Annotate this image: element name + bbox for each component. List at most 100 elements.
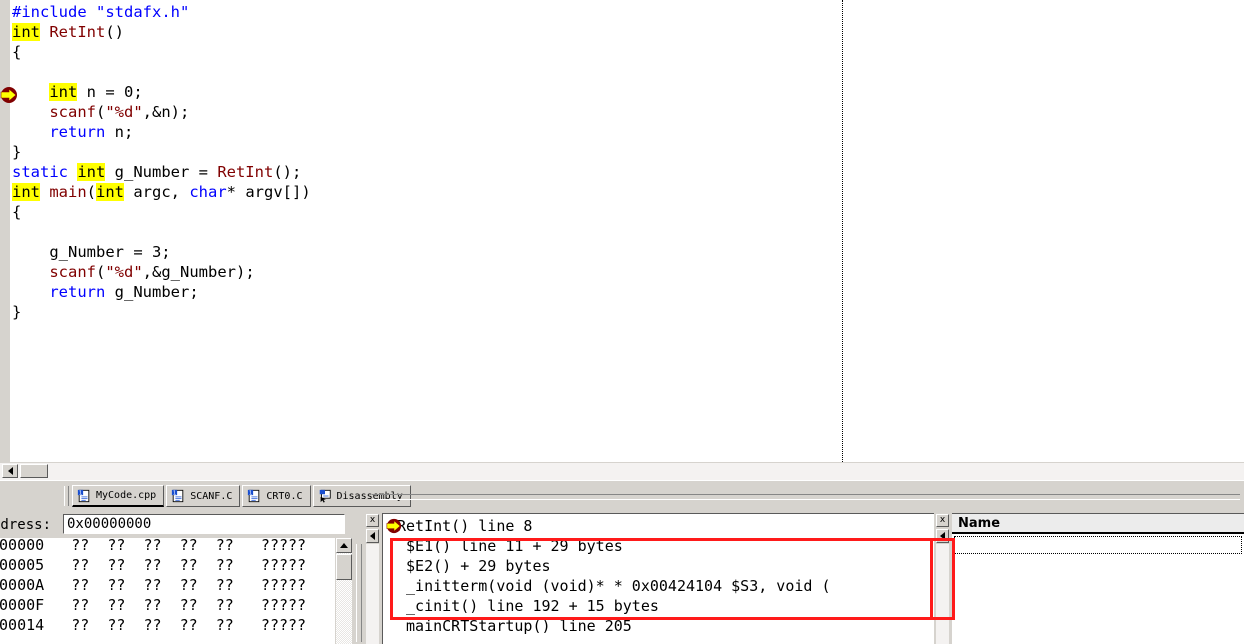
- code-token: g_Number =: [105, 163, 218, 181]
- code-line[interactable]: {: [12, 42, 1244, 62]
- tab-mycode-cpp[interactable]: 1 MyCode.cpp: [72, 485, 165, 507]
- code-token: scanf: [49, 103, 96, 121]
- code-line[interactable]: int RetInt(): [12, 22, 1244, 42]
- call-stack-close-button[interactable]: x: [366, 514, 379, 527]
- code-token: (: [86, 183, 97, 201]
- call-stack-pane[interactable]: x RetInt() line 8 $E1() line 11 + 29 byt…: [364, 512, 940, 644]
- chevron-left-icon: [940, 532, 945, 540]
- code-line[interactable]: scanf("%d",&n);: [12, 102, 1244, 122]
- code-line[interactable]: int n = 0;: [12, 82, 1244, 102]
- code-token: "stdafx.h": [96, 3, 190, 21]
- instruction-pointer-arrow-icon: [0, 86, 18, 104]
- code-token: RetInt: [217, 163, 274, 181]
- code-token: {: [12, 203, 22, 221]
- code-token: #include: [12, 3, 96, 21]
- code-token: ,&n);: [142, 103, 190, 121]
- code-token: static: [12, 163, 78, 181]
- variables-scroll-left-button[interactable]: [936, 529, 949, 543]
- source-file-icon: 1: [77, 489, 91, 503]
- code-token: "%d": [105, 103, 143, 121]
- memory-address-label: ddress:: [0, 517, 52, 533]
- memory-dump-body[interactable]: 000000 ?? ?? ?? ?? ?? ????? 000005 ?? ??…: [0, 538, 352, 644]
- call-stack-scroll-left-button[interactable]: [366, 529, 379, 543]
- code-token: n = 0;: [77, 83, 143, 101]
- code-token: return: [49, 283, 106, 301]
- code-token: (: [96, 103, 106, 121]
- code-token: ,&g_Number);: [142, 263, 255, 281]
- tab-strip-divider: [372, 494, 1240, 500]
- svg-text:1: 1: [249, 491, 252, 497]
- code-token: (: [96, 263, 106, 281]
- document-tab-strip[interactable]: 1 MyCode.cpp 1 SCANF.C 1 CRT0.C Disassembly: [0, 480, 1244, 513]
- code-token: int: [12, 183, 40, 201]
- memory-vertical-scrollbar[interactable]: [335, 538, 352, 644]
- editor-horizontal-scrollbar[interactable]: [0, 462, 1244, 480]
- editor-hscroll-track[interactable]: [0, 463, 1244, 480]
- memory-address-bar[interactable]: ddress: 0x00000000: [0, 512, 352, 538]
- code-line[interactable]: [12, 222, 1244, 242]
- editor-hscroll-thumb[interactable]: [20, 464, 48, 478]
- code-token: int: [12, 23, 40, 41]
- call-stack-current-frame-arrow-icon: [386, 518, 402, 534]
- svg-text:1: 1: [173, 491, 176, 497]
- code-token: g_Number;: [105, 283, 199, 301]
- code-token: int: [96, 183, 125, 201]
- code-token: ();: [273, 163, 302, 181]
- memory-scroll-thumb[interactable]: [336, 554, 352, 580]
- memory-address-input[interactable]: 0x00000000: [63, 514, 345, 534]
- svg-text:1: 1: [79, 490, 82, 496]
- code-line[interactable]: }: [12, 302, 1244, 322]
- call-stack-frame-list[interactable]: RetInt() line 8 $E1() line 11 + 29 bytes…: [397, 516, 830, 636]
- tab-scanf-c[interactable]: 1 SCANF.C: [166, 485, 241, 507]
- code-token: int: [77, 163, 106, 181]
- code-line[interactable]: #include "stdafx.h": [12, 2, 1244, 22]
- source-file-icon: 1: [247, 489, 261, 503]
- memory-pane[interactable]: ddress: 0x00000000 000000 ?? ?? ?? ?? ??…: [0, 512, 352, 644]
- chevron-left-icon: [370, 532, 375, 540]
- code-token: g_Number = 3;: [12, 243, 171, 261]
- variables-focused-row[interactable]: [954, 536, 1242, 554]
- code-token: "%d": [105, 263, 143, 281]
- call-stack-scroll-track[interactable]: [366, 544, 379, 644]
- code-line[interactable]: {: [12, 202, 1244, 222]
- splitter-grip[interactable]: [356, 544, 362, 642]
- pane-splitter[interactable]: [352, 512, 364, 644]
- variables-column-header-name: Name: [952, 514, 1244, 534]
- code-line[interactable]: }: [12, 142, 1244, 162]
- tab-list[interactable]: 1 MyCode.cpp 1 SCANF.C 1 CRT0.C Disassembly: [72, 485, 413, 509]
- code-editor-pane[interactable]: #include "stdafx.h" int RetInt(){ int n =…: [0, 0, 1244, 462]
- tab-label: CRT0.C: [266, 490, 303, 502]
- code-line[interactable]: g_Number = 3;: [12, 242, 1244, 262]
- tab-strip-drag-grip[interactable]: [64, 486, 69, 506]
- code-token: scanf: [49, 263, 96, 281]
- code-line[interactable]: scanf("%d",&g_Number);: [12, 262, 1244, 282]
- editor-hscroll-left-button[interactable]: [2, 464, 18, 478]
- code-line[interactable]: int main(int argc, char* argv[]): [12, 182, 1244, 202]
- code-line[interactable]: static int g_Number = RetInt();: [12, 162, 1244, 182]
- code-token: int: [49, 83, 78, 101]
- code-line[interactable]: [12, 62, 1244, 82]
- code-line[interactable]: return g_Number;: [12, 282, 1244, 302]
- code-token: return: [49, 123, 106, 141]
- code-line[interactable]: return n;: [12, 122, 1244, 142]
- vc6-debugger-window: #include "stdafx.h" int RetInt(){ int n =…: [0, 0, 1244, 644]
- memory-scroll-up-button[interactable]: [336, 538, 352, 553]
- memory-dump-rows: 000000 ?? ?? ?? ?? ?? ????? 000005 ?? ??…: [0, 538, 307, 634]
- code-token: RetInt: [49, 23, 106, 41]
- code-token: n;: [105, 123, 134, 141]
- code-token: argc,: [124, 183, 190, 201]
- tab-crt0-c[interactable]: 1 CRT0.C: [242, 485, 311, 507]
- variables-scroll-track[interactable]: [936, 544, 949, 644]
- disassembly-icon: [318, 489, 332, 503]
- variables-pane[interactable]: x Name: [934, 512, 1244, 644]
- variables-close-button[interactable]: x: [936, 514, 949, 527]
- call-stack-body[interactable]: RetInt() line 8 $E1() line 11 + 29 bytes…: [382, 513, 940, 644]
- editor-breakpoint-margin[interactable]: [0, 0, 11, 462]
- code-token: main: [49, 183, 87, 201]
- source-code-text[interactable]: #include "stdafx.h" int RetInt(){ int n =…: [12, 2, 1244, 462]
- variables-body[interactable]: Name: [952, 513, 1244, 644]
